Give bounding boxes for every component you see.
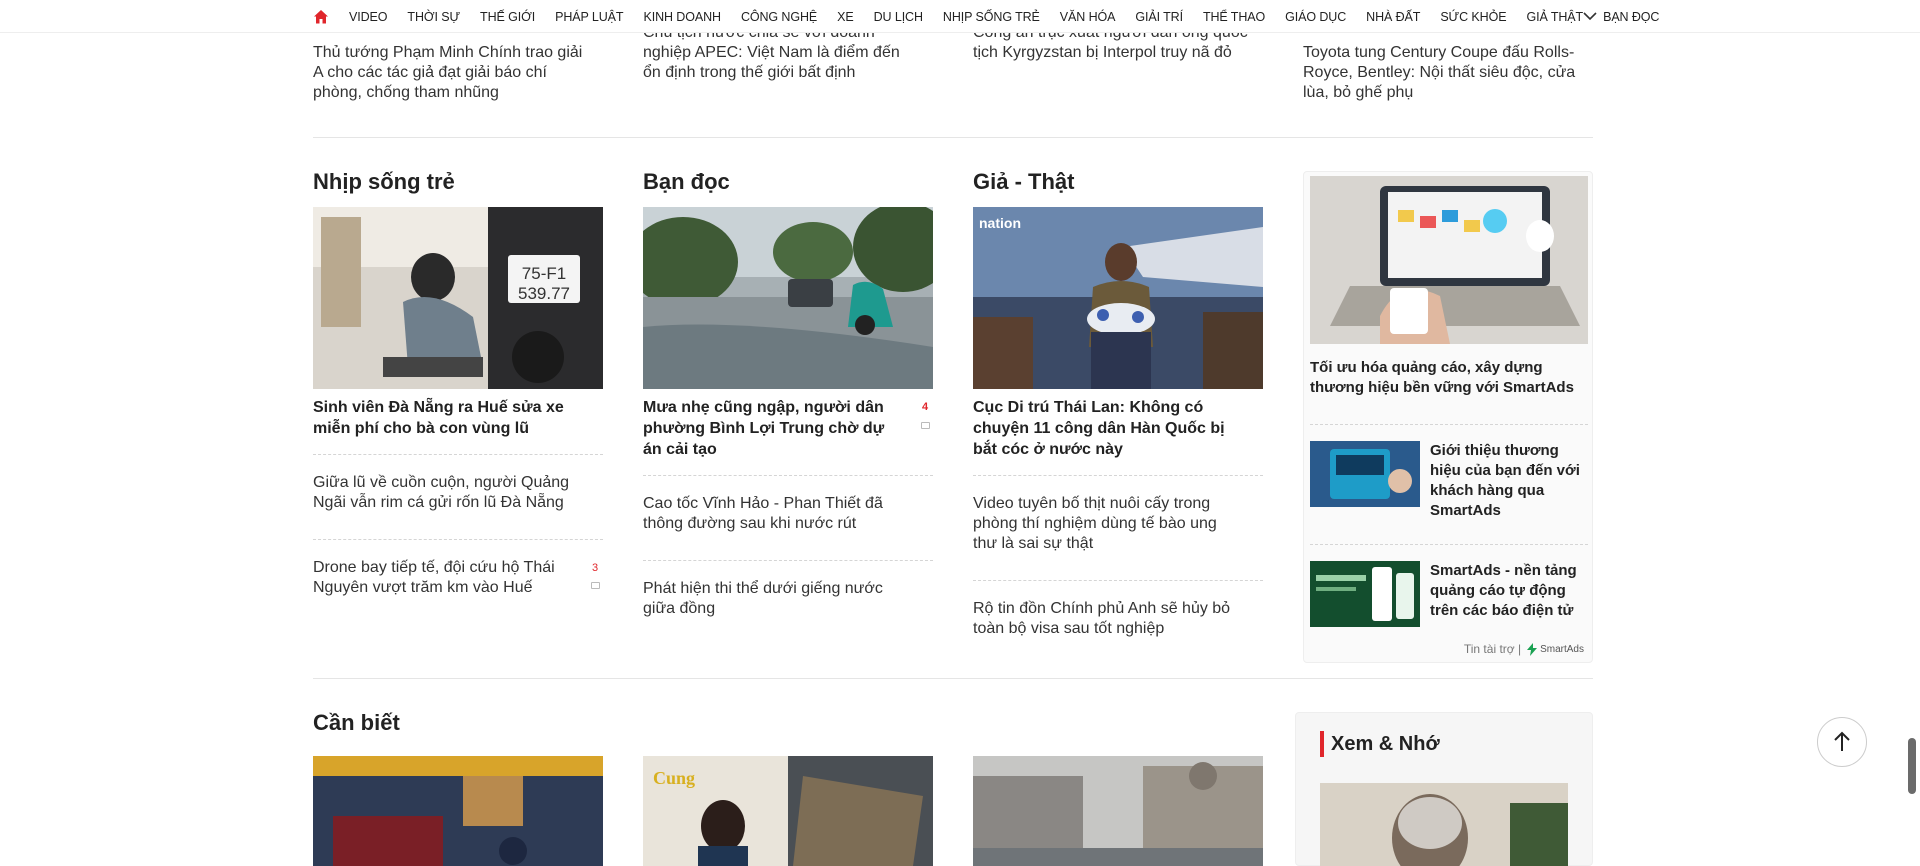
- ad-item[interactable]: SmartAds - nền tảng quảng cáo tự động tr…: [1310, 544, 1588, 642]
- nav-item-nhip-song-tre[interactable]: NHỊP SỐNG TRẺ: [943, 10, 1040, 24]
- section-headline[interactable]: Cục Di trú Thái Lan: Không có chuyện 11 …: [973, 397, 1263, 460]
- nav-item-phap-luat[interactable]: PHÁP LUẬT: [555, 10, 623, 24]
- sub-article[interactable]: Rộ tin đồn Chính phủ Anh sẽ hủy bỏ toàn …: [973, 580, 1263, 665]
- scrollbar-thumb[interactable]: [1908, 738, 1916, 794]
- nav-item-thoi-su[interactable]: THỜI SỰ: [407, 10, 460, 24]
- sub-article[interactable]: Phát hiện thi thể dưới giếng nước giữa đ…: [643, 560, 933, 645]
- section-divider: [313, 678, 1593, 679]
- nav-item-video[interactable]: VIDEO: [349, 10, 388, 24]
- nav-item-nha-dat[interactable]: NHÀ ĐẤT: [1366, 10, 1420, 24]
- nav-item-suc-khoe[interactable]: SỨC KHỎE: [1440, 10, 1506, 24]
- nav-item-giao-duc[interactable]: GIÁO DỤC: [1285, 10, 1346, 24]
- ad-item-title[interactable]: SmartAds - nền tảng quảng cáo tự động tr…: [1430, 561, 1588, 621]
- back-to-top-button[interactable]: [1817, 717, 1867, 767]
- svg-text:539.77: 539.77: [518, 284, 570, 303]
- article-image[interactable]: 75-F1 539.77: [313, 207, 603, 389]
- nav-item-the-thao[interactable]: THỂ THAO: [1203, 10, 1265, 24]
- scrollbar-track[interactable]: [1905, 0, 1920, 866]
- xem-nho-box: Xem & Nhớ: [1295, 712, 1593, 866]
- can-biet-image-2[interactable]: Cung: [643, 756, 933, 866]
- can-biet-image-3[interactable]: [973, 756, 1263, 866]
- sub-article-title[interactable]: Video tuyên bố thịt nuôi cấy trong phòng…: [973, 495, 1217, 552]
- section-title[interactable]: Giả - Thật: [973, 167, 1263, 197]
- ad-image[interactable]: [1310, 176, 1588, 344]
- section-headline[interactable]: Mưa nhẹ cũng ngập, người dân phường Bình…: [643, 397, 933, 460]
- ad-thumbnail[interactable]: [1310, 441, 1420, 507]
- section-nhip-song-tre: Nhịp sống trẻ 75-F1 539.77 Sinh viên Đà …: [313, 167, 603, 624]
- section-headline-text[interactable]: Mưa nhẹ cũng ngập, người dân phường Bình…: [643, 399, 884, 458]
- svg-text:Cung: Cung: [653, 768, 695, 788]
- ad-item-title[interactable]: Giới thiệu thương hiệu của bạn đến với k…: [1430, 441, 1588, 521]
- xem-nho-image[interactable]: [1320, 783, 1568, 866]
- svg-text:75-F1: 75-F1: [522, 264, 566, 283]
- sponsored-footer: Tin tài trợ | SmartAds: [1464, 642, 1584, 656]
- sub-article-title[interactable]: Giữa lũ về cuồn cuộn, người Quảng Ngãi v…: [313, 474, 569, 511]
- section-title-can-biet[interactable]: Cần biết: [313, 710, 400, 736]
- sub-article[interactable]: Cao tốc Vĩnh Hảo - Phan Thiết đã thông đ…: [643, 475, 933, 560]
- comment-icon: [590, 582, 600, 589]
- sub-article[interactable]: Video tuyên bố thịt nuôi cấy trong phòng…: [973, 475, 1263, 580]
- section-headline[interactable]: Sinh viên Đà Nẵng ra Huế sửa xe miễn phí…: [313, 397, 603, 439]
- nav-item-gia-that[interactable]: GIẢ THẬT: [1526, 10, 1583, 24]
- nav-menu: VIDEO THỜI SỰ THẾ GIỚI PHÁP LUẬT KINH DO…: [313, 0, 1679, 33]
- section-divider: [313, 137, 1593, 138]
- sub-article-title[interactable]: Phát hiện thi thể dưới giếng nước giữa đ…: [643, 580, 883, 617]
- ad-thumbnail[interactable]: [1310, 561, 1420, 627]
- prev-article-4[interactable]: Toyota tung Century Coupe đấu Rolls-Royc…: [1303, 43, 1593, 103]
- nav-item-van-hoa[interactable]: VĂN HÓA: [1060, 10, 1116, 24]
- chevron-down-icon[interactable]: [1582, 8, 1598, 24]
- sub-article[interactable]: Giữa lũ về cuồn cuộn, người Quảng Ngãi v…: [313, 454, 603, 539]
- can-biet-image-1[interactable]: [313, 756, 603, 866]
- nav-item-du-lich[interactable]: DU LỊCH: [874, 10, 923, 24]
- arrow-up-icon: [1834, 731, 1850, 751]
- sub-article[interactable]: Drone bay tiếp tế, đội cứu hộ Thái Nguyê…: [313, 539, 603, 624]
- nav-item-cong-nghe[interactable]: CÔNG NGHỆ: [741, 10, 817, 24]
- comment-count[interactable]: 3: [589, 558, 601, 589]
- nav-item-the-gioi[interactable]: THẾ GIỚI: [480, 10, 535, 24]
- xem-nho-title[interactable]: Xem & Nhớ: [1320, 731, 1440, 757]
- sub-article-title[interactable]: Drone bay tiếp tế, đội cứu hộ Thái Nguyê…: [313, 559, 555, 596]
- article-image[interactable]: [643, 207, 933, 389]
- nav-item-giai-tri[interactable]: GIẢI TRÍ: [1135, 10, 1183, 24]
- nav-item-xe[interactable]: XE: [837, 10, 854, 24]
- comment-icon: [920, 422, 930, 429]
- sponsored-box: Tối ưu hóa quảng cáo, xây dựng thương hi…: [1303, 171, 1593, 663]
- smartads-logo[interactable]: SmartAds: [1527, 642, 1584, 656]
- section-ban-doc: Bạn đọc Mưa nhẹ cũng ngập, người dân phư…: [643, 167, 933, 645]
- section-gia-that: Giả - Thật nation Cục Di trú Thái Lan: K…: [973, 167, 1263, 665]
- sponsored-label: Tin tài trợ |: [1463, 642, 1522, 656]
- prev-article-1[interactable]: Thủ tướng Phạm Minh Chính trao giải A ch…: [313, 43, 583, 103]
- nav-item-kinh-doanh[interactable]: KINH DOANH: [643, 10, 721, 24]
- top-navigation: VIDEO THỜI SỰ THẾ GIỚI PHÁP LUẬT KINH DO…: [0, 0, 1920, 33]
- section-title[interactable]: Bạn đọc: [643, 167, 933, 197]
- comment-count[interactable]: 4: [919, 397, 931, 429]
- sub-article-title[interactable]: Cao tốc Vĩnh Hảo - Phan Thiết đã thông đ…: [643, 495, 883, 532]
- home-icon[interactable]: [313, 9, 329, 25]
- article-image[interactable]: nation: [973, 207, 1263, 389]
- ad-main-title[interactable]: Tối ưu hóa quảng cáo, xây dựng thương hi…: [1310, 358, 1588, 398]
- section-title[interactable]: Nhịp sống trẻ: [313, 167, 603, 197]
- nav-item-ban-doc[interactable]: BẠN ĐỌC: [1603, 10, 1659, 24]
- nation-logo: nation: [979, 215, 1021, 231]
- sub-article-title[interactable]: Rộ tin đồn Chính phủ Anh sẽ hủy bỏ toàn …: [973, 600, 1230, 637]
- smartads-bolt-icon: [1527, 642, 1538, 656]
- ad-item[interactable]: Giới thiệu thương hiệu của bạn đến với k…: [1310, 424, 1588, 522]
